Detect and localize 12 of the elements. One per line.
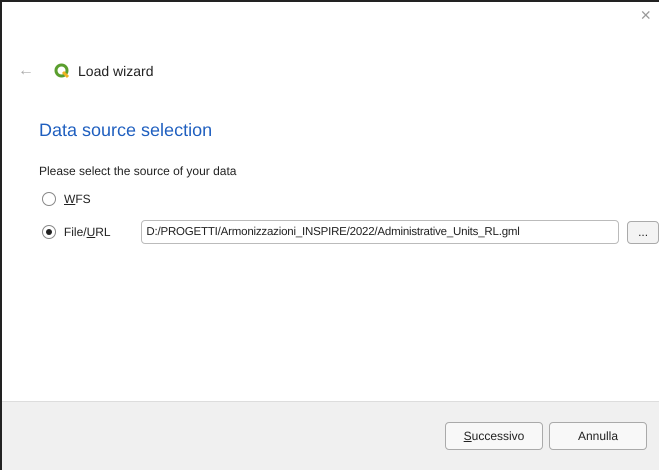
radio-label[interactable]: WFS [64,190,142,208]
browse-button[interactable]: ... [627,220,659,244]
prompt-text: Please select the source of your data [39,163,238,180]
logo-icon [54,63,70,79]
path-field[interactable]: D:/PROGETTI/Armonizzazioni_INSPIRE/2022/Administrative_Units_RL.gml [141,220,620,244]
radio-button[interactable] [42,225,56,239]
footer-button[interactable]: Successivo [445,422,543,450]
radio-label[interactable]: File/URL [64,223,142,241]
page-heading: Data source selection [39,119,214,142]
footer-button[interactable]: Annulla [549,422,647,450]
wizard-title: Load wizard [78,62,154,80]
radio-button[interactable] [42,192,56,206]
